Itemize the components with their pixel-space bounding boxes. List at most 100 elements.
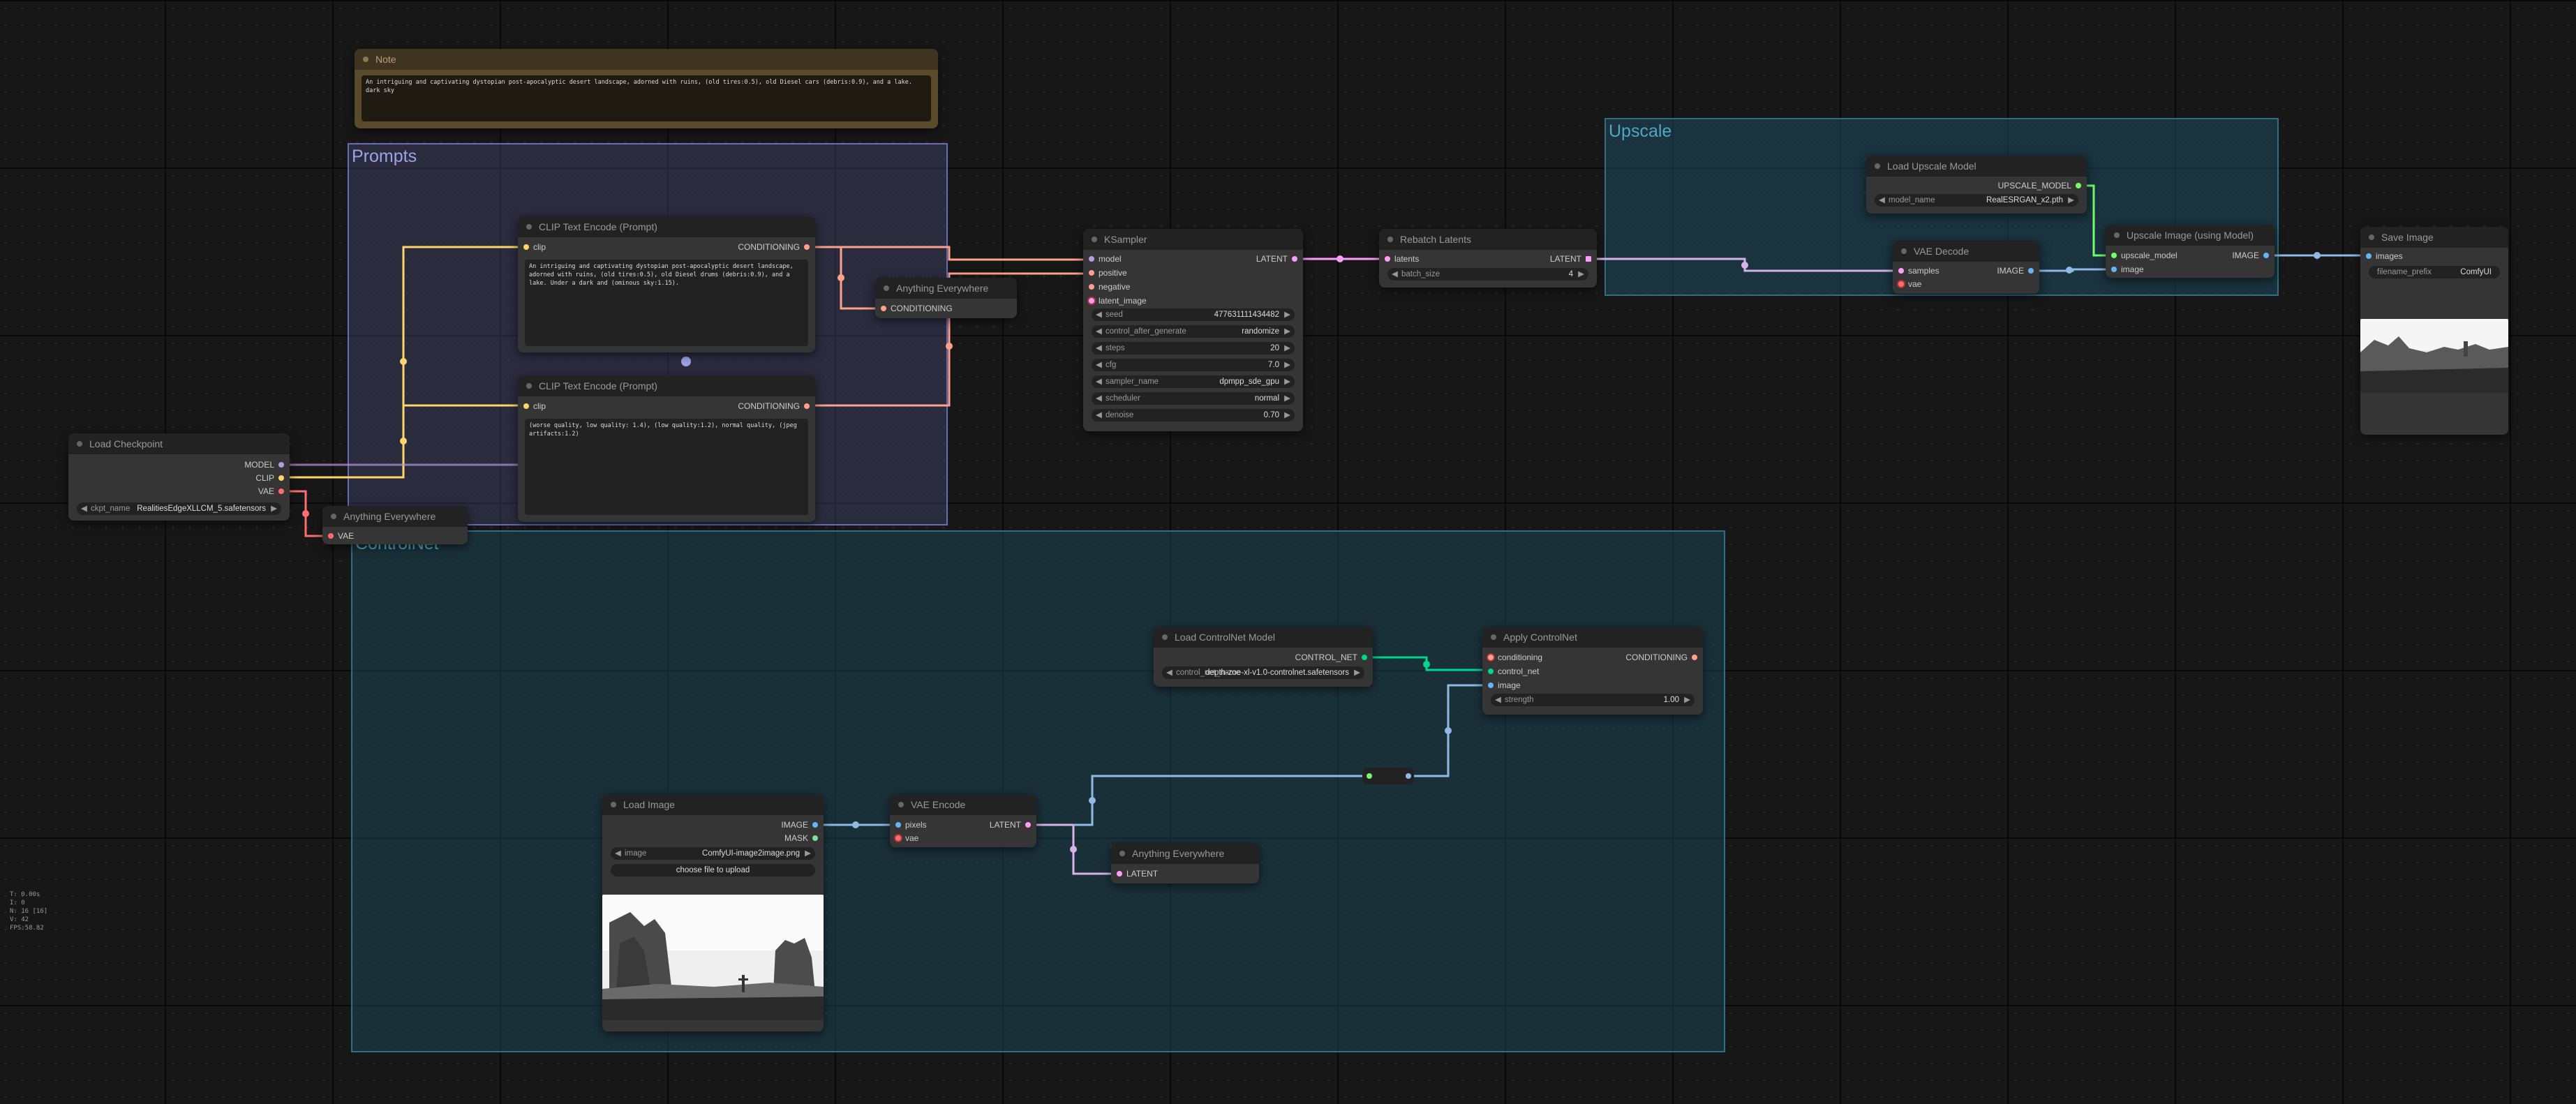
node-header[interactable]: Anything Everywhere bbox=[1111, 843, 1259, 864]
arrow-left-icon[interactable]: ◀ bbox=[1096, 375, 1102, 388]
collapse-dot-icon[interactable] bbox=[2369, 234, 2374, 240]
ckpt-name-combo[interactable]: ◀ ckpt_name RealitiesEdgeXLLCM_5.safeten… bbox=[77, 502, 281, 515]
steps-widget[interactable]: ◀ steps 20 ▶ bbox=[1092, 342, 1295, 355]
load-checkpoint-node[interactable]: Load Checkpoint MODEL CLIP VAE ◀ ckpt_na… bbox=[68, 433, 290, 521]
input-image-preview[interactable] bbox=[602, 895, 824, 1020]
input-slot-latents[interactable] bbox=[1385, 256, 1390, 262]
node-header[interactable]: Anything Everywhere bbox=[875, 278, 1017, 299]
apply-controlnet-node[interactable]: Apply ControlNet conditioning CONDITIONI… bbox=[1482, 627, 1703, 715]
arrow-right-icon[interactable]: ▶ bbox=[1684, 694, 1690, 706]
input-slot-control-net[interactable] bbox=[1488, 669, 1494, 674]
group-controlnet[interactable]: ControlNet bbox=[351, 530, 1725, 1052]
save-image-node[interactable]: Save Image images filename_prefix ComfyU… bbox=[2360, 227, 2508, 435]
node-header[interactable]: Apply ControlNet bbox=[1482, 627, 1703, 648]
input-slot-conditioning[interactable] bbox=[881, 306, 886, 311]
output-slot-clip[interactable] bbox=[278, 475, 284, 481]
collapse-dot-icon[interactable] bbox=[898, 802, 904, 807]
prompt-textarea[interactable]: (worse quality, low quality: 1.4), (low … bbox=[525, 419, 808, 515]
input-slot-model[interactable] bbox=[1089, 256, 1094, 262]
collapse-dot-icon[interactable] bbox=[77, 441, 82, 447]
clip-text-encode-positive-node[interactable]: CLIP Text Encode (Prompt) clip CONDITION… bbox=[518, 216, 815, 352]
vae-decode-node[interactable]: VAE Decode samples IMAGE vae bbox=[1893, 241, 2039, 294]
node-header[interactable]: Load Upscale Model bbox=[1866, 156, 2087, 177]
collapse-dot-icon[interactable] bbox=[363, 57, 368, 62]
load-image-node[interactable]: Load Image IMAGE MASK ◀ image ComfyUI-im… bbox=[602, 794, 824, 1031]
note-node[interactable]: Note An intriguing and captivating dysto… bbox=[355, 49, 938, 128]
arrow-left-icon[interactable]: ◀ bbox=[1495, 694, 1501, 706]
node-header[interactable]: VAE Encode bbox=[890, 794, 1036, 815]
arrow-left-icon[interactable]: ◀ bbox=[1096, 359, 1102, 371]
input-slot-vae[interactable] bbox=[1898, 281, 1904, 287]
output-slot-upscale-model[interactable] bbox=[2076, 183, 2081, 188]
input-slot-pixels[interactable] bbox=[895, 822, 901, 828]
output-image-preview[interactable] bbox=[2360, 319, 2508, 393]
model-name-combo[interactable]: ◀ model_name RealESRGAN_x2.pth ▶ bbox=[1875, 194, 2078, 207]
arrow-left-icon[interactable]: ◀ bbox=[1096, 308, 1102, 321]
arrow-left-icon[interactable]: ◀ bbox=[1166, 666, 1172, 679]
sampler-name-widget[interactable]: ◀ sampler_name dpmpp_sde_gpu ▶ bbox=[1092, 375, 1295, 388]
arrow-right-icon[interactable]: ▶ bbox=[1284, 325, 1290, 338]
collapse-dot-icon[interactable] bbox=[1875, 163, 1880, 169]
collapse-dot-icon[interactable] bbox=[1162, 634, 1168, 640]
arrow-right-icon[interactable]: ▶ bbox=[2068, 194, 2074, 207]
output-slot-conditioning[interactable] bbox=[1692, 655, 1697, 660]
ksampler-node[interactable]: KSampler model LATENT positive negative … bbox=[1083, 229, 1303, 431]
collapse-dot-icon[interactable] bbox=[526, 224, 532, 230]
vae-encode-node[interactable]: VAE Encode pixels LATENT vae bbox=[890, 794, 1036, 847]
seed-widget[interactable]: ◀ seed 477631111434482 ▶ bbox=[1092, 308, 1295, 321]
node-header[interactable]: CLIP Text Encode (Prompt) bbox=[518, 216, 815, 237]
anything-everywhere-latent-node[interactable]: Anything Everywhere LATENT bbox=[1111, 843, 1259, 883]
arrow-right-icon[interactable]: ▶ bbox=[805, 847, 811, 860]
node-header[interactable]: Load Image bbox=[602, 794, 824, 815]
arrow-right-icon[interactable]: ▶ bbox=[1354, 666, 1360, 679]
arrow-left-icon[interactable]: ◀ bbox=[1096, 342, 1102, 355]
upscale-image-node[interactable]: Upscale Image (using Model) upscale_mode… bbox=[2106, 225, 2275, 278]
node-header[interactable]: CLIP Text Encode (Prompt) bbox=[518, 375, 815, 396]
output-slot-model[interactable] bbox=[278, 462, 284, 468]
node-header[interactable]: Load ControlNet Model bbox=[1154, 627, 1373, 648]
input-slot-latent[interactable] bbox=[1117, 871, 1122, 877]
arrow-left-icon[interactable]: ◀ bbox=[81, 502, 87, 515]
prompt-textarea[interactable]: An intriguing and captivating dystopian … bbox=[525, 260, 808, 346]
note-text[interactable]: An intriguing and captivating dystopian … bbox=[362, 75, 931, 121]
strength-widget[interactable]: ◀ strength 1.00 ▶ bbox=[1491, 694, 1695, 706]
collapse-dot-icon[interactable] bbox=[331, 514, 336, 519]
arrow-right-icon[interactable]: ▶ bbox=[1284, 409, 1290, 422]
arrow-right-icon[interactable]: ▶ bbox=[1284, 359, 1290, 371]
output-slot-latent[interactable] bbox=[1586, 256, 1591, 262]
input-slot-image[interactable] bbox=[1488, 682, 1494, 688]
node-header[interactable]: Rebatch Latents bbox=[1379, 229, 1597, 250]
output-slot-mask[interactable] bbox=[812, 835, 818, 841]
node-header[interactable]: Save Image bbox=[2360, 227, 2508, 248]
output-slot-conditioning[interactable] bbox=[804, 403, 810, 409]
arrow-right-icon[interactable]: ▶ bbox=[1284, 342, 1290, 355]
output-slot-latent[interactable] bbox=[1025, 822, 1031, 828]
batch-size-widget[interactable]: ◀ batch_size 4 ▶ bbox=[1387, 268, 1588, 281]
output-slot-image[interactable] bbox=[812, 822, 818, 828]
input-slot-upscale-model[interactable] bbox=[2111, 253, 2117, 258]
collapse-dot-icon[interactable] bbox=[884, 285, 889, 291]
denoise-widget[interactable]: ◀ denoise 0.70 ▶ bbox=[1092, 409, 1295, 422]
node-header[interactable]: Load Checkpoint bbox=[68, 433, 290, 454]
choose-file-upload-button[interactable]: choose file to upload bbox=[611, 864, 815, 877]
input-slot-image[interactable] bbox=[2111, 267, 2117, 272]
arrow-left-icon[interactable]: ◀ bbox=[1096, 409, 1102, 422]
input-slot-negative[interactable] bbox=[1089, 284, 1094, 290]
arrow-left-icon[interactable]: ◀ bbox=[615, 847, 621, 860]
rebatch-latents-node[interactable]: Rebatch Latents latents LATENT ◀ batch_s… bbox=[1379, 229, 1597, 288]
node-header[interactable]: Anything Everywhere bbox=[322, 506, 468, 527]
collapse-dot-icon[interactable] bbox=[2114, 232, 2120, 238]
control-net-name-combo[interactable]: ◀ control_net_name depth-zoe-xl-v1.0-con… bbox=[1162, 666, 1364, 679]
collapse-dot-icon[interactable] bbox=[611, 802, 616, 807]
collapse-dot-icon[interactable] bbox=[526, 383, 532, 389]
input-slot-clip[interactable] bbox=[523, 244, 529, 250]
arrow-right-icon[interactable]: ▶ bbox=[271, 502, 277, 515]
collapse-dot-icon[interactable] bbox=[1491, 634, 1496, 640]
input-slot-vae[interactable] bbox=[328, 533, 334, 539]
arrow-left-icon[interactable]: ◀ bbox=[1096, 392, 1102, 405]
image-combo[interactable]: ◀ image ComfyUI-image2image.png ▶ bbox=[611, 847, 815, 860]
load-controlnet-model-node[interactable]: Load ControlNet Model CONTROL_NET ◀ cont… bbox=[1154, 627, 1373, 687]
load-upscale-model-node[interactable]: Load Upscale Model UPSCALE_MODEL ◀ model… bbox=[1866, 156, 2087, 214]
collapse-dot-icon[interactable] bbox=[1092, 237, 1097, 242]
note-header[interactable]: Note bbox=[355, 49, 938, 70]
